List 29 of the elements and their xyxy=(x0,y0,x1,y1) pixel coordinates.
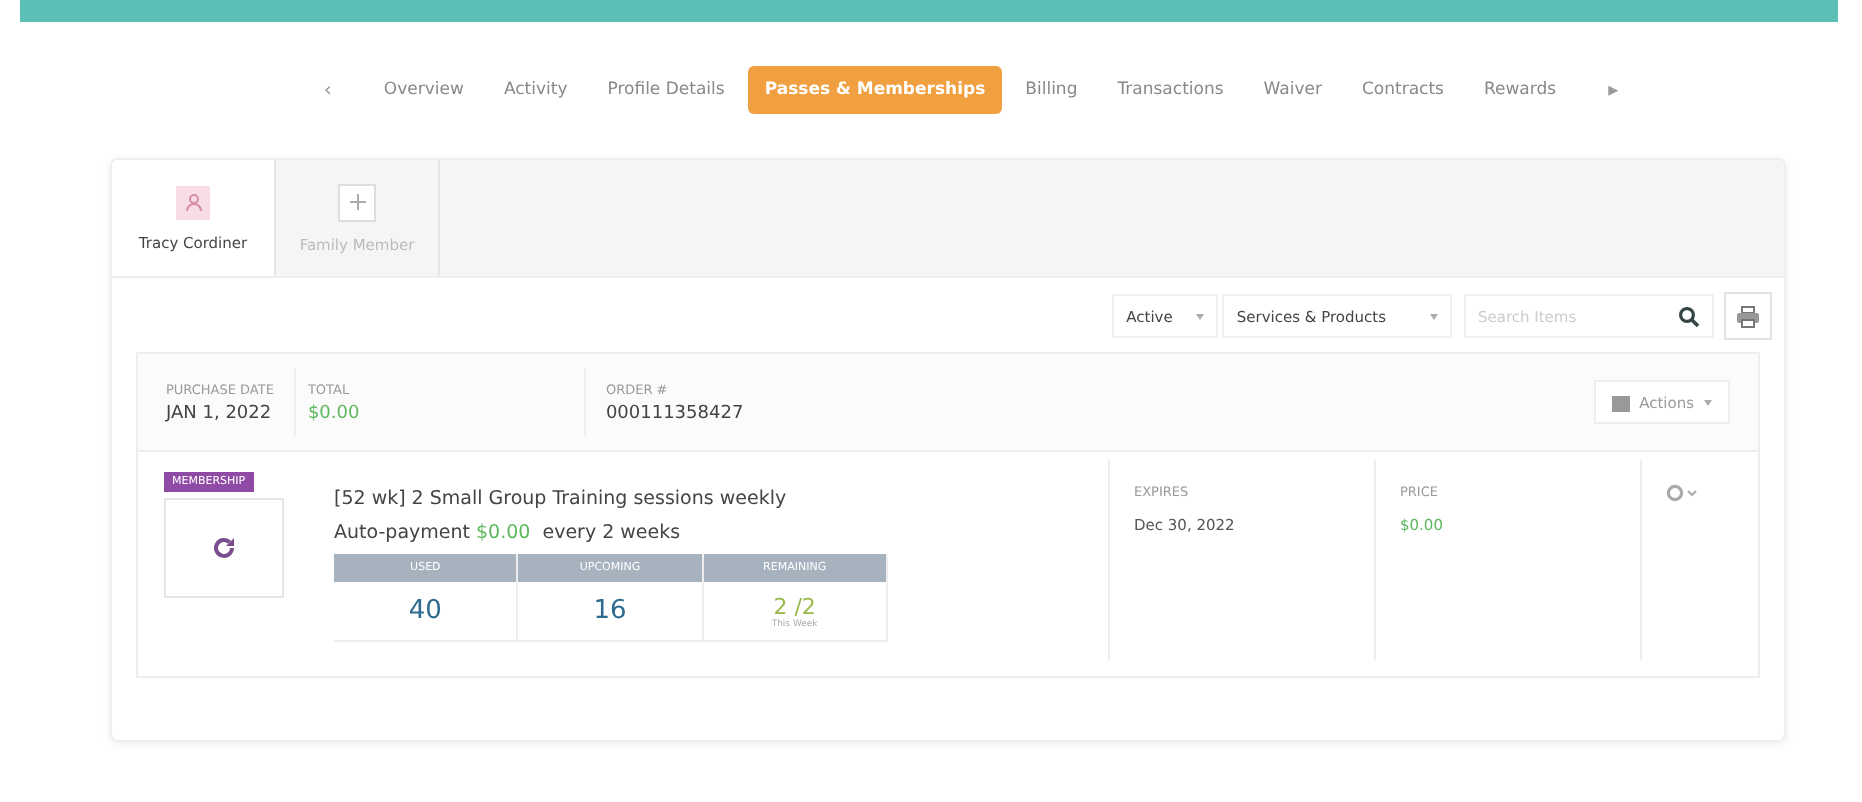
nav-tab[interactable]: Billing xyxy=(1009,66,1094,114)
nav-tab[interactable]: Waiver xyxy=(1247,66,1338,114)
payment-text: Auto-payment $0.00 every 2 weeks xyxy=(334,522,683,544)
nav-tab[interactable]: Activity xyxy=(487,66,584,114)
caret-icon xyxy=(1430,313,1438,319)
scroll-arrow-button[interactable]: ▸ xyxy=(1580,67,1647,113)
total-amount: $0.00 xyxy=(307,403,362,423)
print-button[interactable] xyxy=(1724,292,1772,340)
settings-icon[interactable] xyxy=(1666,484,1698,502)
search-icon xyxy=(1678,305,1700,327)
nav-tab[interactable]: Passes & Memberships xyxy=(748,66,1002,114)
nav-tab[interactable]: Profile Details xyxy=(591,66,741,114)
printer-icon xyxy=(1736,305,1760,327)
nav-tab[interactable]: Rewards xyxy=(1467,66,1573,114)
nav-tab[interactable]: Transactions xyxy=(1101,66,1240,114)
usage-value: 40 xyxy=(408,596,442,626)
scroll-arrow-button[interactable]: ‹ xyxy=(295,67,360,113)
membership-title: [52 wk] 2 Small Group Training sessions weekly xyxy=(334,488,789,510)
purchase-date: JAN 1, 2022 xyxy=(166,403,274,423)
plus-icon xyxy=(338,183,376,221)
usage-value: 2 /2 xyxy=(773,593,816,619)
refresh-icon xyxy=(210,534,238,562)
order-number: 000111358427 xyxy=(605,403,744,423)
caret-icon xyxy=(1196,313,1205,319)
nav-tab[interactable]: Overview xyxy=(367,66,480,114)
avatar-icon xyxy=(176,185,210,219)
usage-value: 16 xyxy=(593,596,627,626)
nav-tab[interactable]: Contracts xyxy=(1345,66,1460,114)
caret-icon xyxy=(1704,399,1712,405)
